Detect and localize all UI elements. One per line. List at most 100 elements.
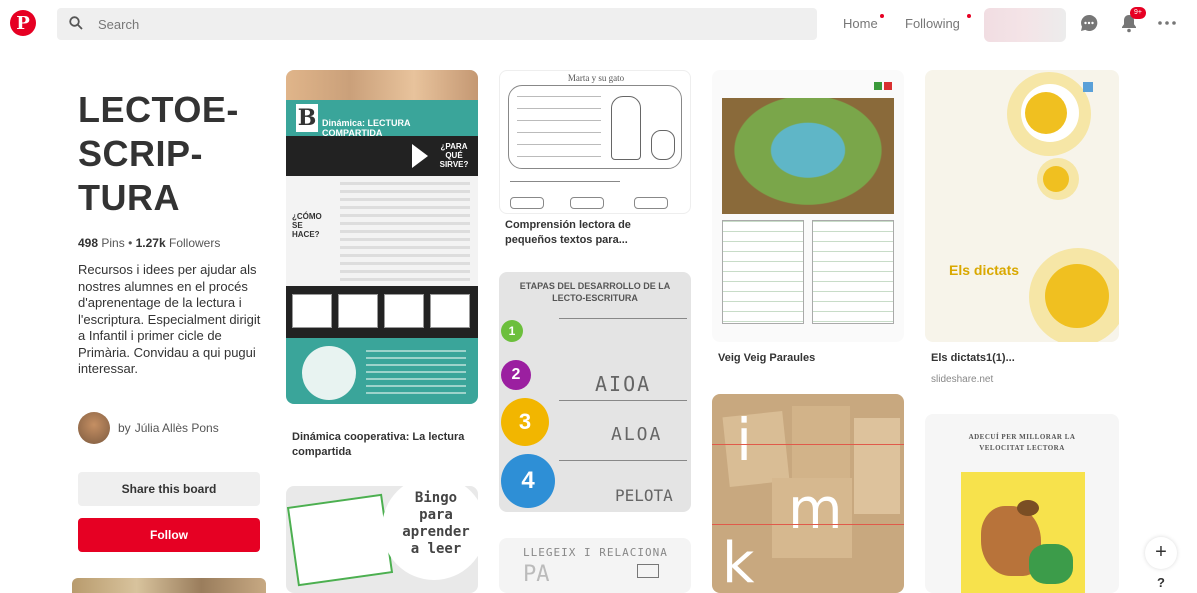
author-name[interactable]: Júlia Allès Pons — [135, 421, 219, 435]
bingo-title: Bingo para aprender a leer — [402, 490, 470, 557]
pin-image-els-dictats[interactable]: Els dictats — [925, 70, 1119, 342]
guide-line — [712, 444, 904, 445]
profile-button[interactable] — [984, 8, 1066, 42]
more-options-icon[interactable] — [1156, 12, 1178, 34]
guide-line — [712, 524, 904, 525]
answer-line — [510, 181, 620, 182]
leaf-illustration — [1029, 544, 1073, 584]
story-lines — [517, 96, 601, 160]
grid-cell — [384, 294, 424, 328]
animal-illustration — [1017, 500, 1039, 516]
pin-grid-band — [286, 286, 478, 338]
share-board-button[interactable]: Share this board — [78, 472, 260, 506]
pin-image-title: Dinámica: LECTURA COMPARTIDA — [322, 118, 411, 138]
letter-i: i — [736, 406, 753, 474]
letter-m: m — [788, 477, 843, 542]
notifications-badge: 9+ — [1130, 7, 1146, 19]
author-avatar[interactable] — [78, 412, 110, 444]
divider — [559, 318, 687, 319]
board-author[interactable]: by Júlia Allès Pons — [78, 412, 219, 444]
author-prefix: by — [118, 421, 131, 435]
search-icon — [69, 16, 83, 30]
pins-count: 498 — [78, 236, 99, 250]
check-icon — [874, 82, 882, 90]
pin-image-etapas[interactable]: ETAPAS DEL DESARROLLO DE LA LECTO-ESCRIT… — [499, 272, 691, 512]
answer-option — [510, 197, 544, 209]
pin-side-text: ¿PARA QUÉ SIRVE? — [439, 142, 469, 169]
followers-count[interactable]: 1.27k — [136, 236, 166, 250]
pin-caption[interactable]: Els dictats1(1)... — [931, 351, 1111, 366]
search-input[interactable]: Search — [57, 8, 817, 40]
pin-image-letters[interactable]: i m k — [712, 394, 904, 593]
nav-home-link[interactable]: Home — [843, 16, 878, 31]
hands-photo — [286, 70, 478, 100]
board-title-line: TURA — [78, 177, 180, 218]
pin-image-comprension[interactable]: Marta y su gato — [499, 70, 691, 214]
board-description: Recursos i idees per ajudar als nostres … — [78, 262, 261, 376]
cross-icon — [884, 82, 892, 90]
pin-text-lines — [340, 182, 470, 282]
board-title-line: SCRIP- — [78, 133, 204, 174]
pin-image-title: Marta y su gato — [567, 73, 625, 83]
following-notification-dot — [967, 14, 971, 18]
divider — [559, 460, 687, 461]
pin-source[interactable]: slideshare.net — [931, 374, 993, 385]
pin-image-title: LLEGEIX I RELACIONA — [523, 546, 668, 559]
board-title: LECTOE- SCRIP- TURA — [78, 88, 268, 220]
nav-following-link[interactable]: Following — [905, 16, 960, 31]
answer-option — [634, 197, 668, 209]
arrow-icon — [412, 144, 428, 168]
bingo-card — [286, 493, 394, 587]
step-1-circle: 1 — [501, 320, 523, 342]
grid-cell — [430, 294, 470, 328]
pin-image-title: Els dictats — [949, 262, 1020, 278]
stats-separator: • — [128, 236, 133, 250]
word-example: PA — [523, 562, 550, 587]
followers-label[interactable]: Followers — [169, 236, 220, 250]
search-placeholder: Search — [98, 17, 140, 32]
step-3-circle: 3 — [501, 398, 549, 446]
follow-button[interactable]: Follow — [78, 518, 260, 552]
pin-image-title: ETAPAS DEL DESARROLLO DE LA LECTO-ESCRIT… — [519, 281, 671, 303]
pin-dark-band: ¿PARA QUÉ SIRVE? — [286, 136, 478, 176]
grid-cell — [338, 294, 378, 328]
messages-icon[interactable] — [1078, 12, 1100, 34]
pin-image-veig-veig[interactable] — [712, 70, 904, 342]
step-2-circle: 2 — [501, 360, 531, 390]
decor-circle — [1045, 264, 1109, 328]
board-title-line: LECTOE- — [78, 89, 239, 130]
help-button[interactable]: ? — [1145, 575, 1177, 593]
girl-drawing — [611, 96, 641, 160]
cardboard-piece — [722, 411, 790, 487]
pin-header-band: B Dinámica: LECTURA COMPARTIDA — [286, 100, 478, 138]
top-navigation-bar: P Search Home Following 9+ — [0, 0, 1197, 48]
word-example: AIOA — [595, 372, 652, 396]
pin-caption[interactable]: Veig Veig Paraules — [718, 351, 898, 366]
home-notification-dot — [880, 14, 884, 18]
pin-image-llegeix[interactable]: LLEGEIX I RELACIONA PA — [499, 538, 691, 593]
divider — [559, 400, 687, 401]
collaborators-thumbnail[interactable] — [72, 578, 266, 593]
pin-image-bingo[interactable]: Bingo para aprender a leer — [286, 486, 478, 593]
pin-caption[interactable]: Comprensión lectora de pequeños textos p… — [505, 218, 685, 248]
step-4-circle: 4 — [501, 454, 555, 508]
grid-cell — [292, 294, 332, 328]
decor-circle — [1043, 166, 1069, 192]
pin-image-lectura-compartida[interactable]: B Dinámica: LECTURA COMPARTIDA ¿PARA QUÉ… — [286, 70, 478, 404]
decor-square — [1083, 82, 1093, 92]
pin-caption[interactable]: Dinámica cooperativa: La lectura compart… — [292, 430, 476, 460]
pin-bottom-band — [286, 338, 478, 404]
create-pin-button[interactable]: + — [1145, 537, 1177, 569]
pinterest-logo-icon[interactable]: P — [10, 10, 36, 36]
cat-drawing — [651, 130, 675, 160]
cooperative-diagram — [302, 346, 356, 400]
pin-image-velocitat[interactable]: ADECUÍ PER MILLORAR LA VELOCITAT LECTORA — [925, 414, 1119, 593]
pin-text-lines — [366, 350, 466, 394]
word-table-left — [722, 220, 804, 324]
pin-how-text: ¿CÓMO SE HACE? — [292, 212, 322, 239]
pin-image-title: ADECUÍ PER MILLORAR LA VELOCITAT LECTORA — [968, 433, 1076, 452]
word-table-right — [812, 220, 894, 324]
word-example: ALOA — [611, 424, 663, 445]
decor-circle — [1025, 92, 1067, 134]
landscape-illustration — [722, 98, 894, 214]
